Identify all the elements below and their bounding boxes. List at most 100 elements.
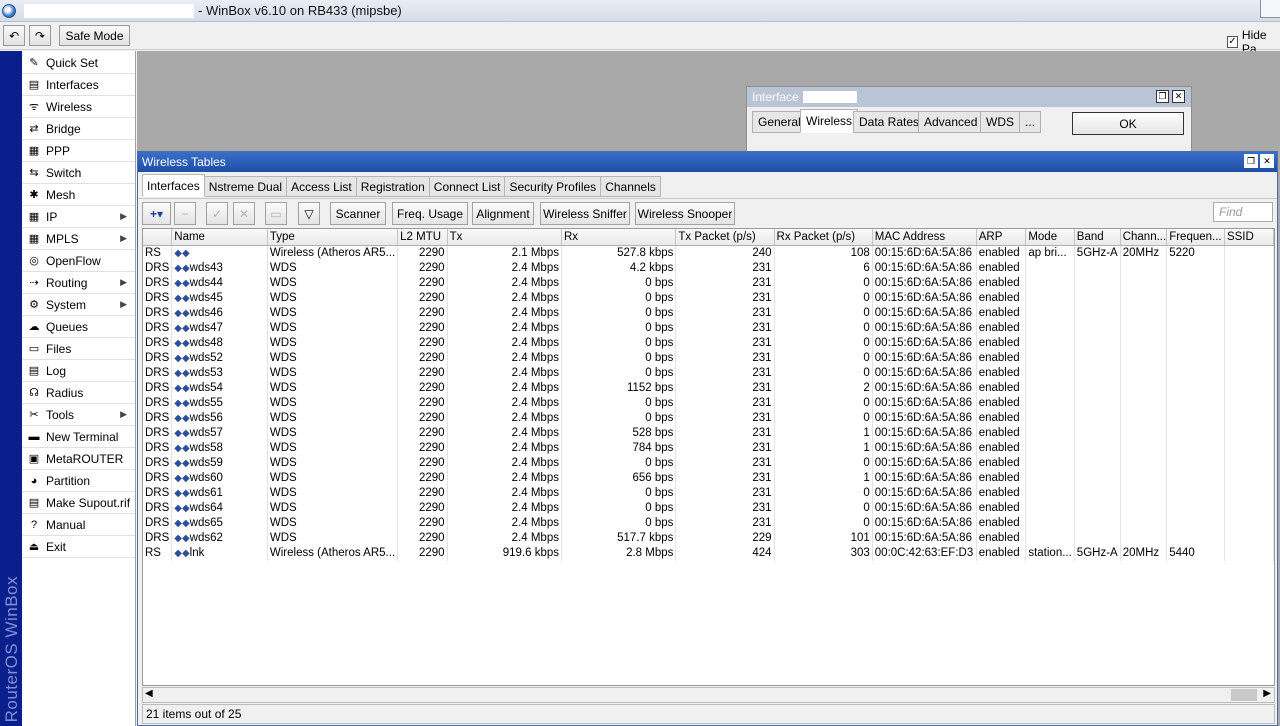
table-row[interactable]: DRS ◆◆wds52 WDS 2290 2.4 Mbps 0 bps 231 0 00:15… bbox=[143, 350, 1274, 366]
table-row[interactable]: DRS ◆◆wds55 WDS 2290 2.4 Mbps 0 bps 231 0 00:15… bbox=[143, 395, 1274, 411]
table-row[interactable]: DRS ◆◆wds62 WDS 2290 2.4 Mbps 517.7 kbps 229 1… bbox=[143, 530, 1274, 546]
close-icon[interactable]: ✕ bbox=[1260, 154, 1274, 168]
tab-interfaces[interactable]: Interfaces bbox=[142, 174, 205, 197]
tab-wds[interactable]: WDS bbox=[980, 111, 1020, 133]
table-row[interactable]: DRS ◆◆wds65 WDS 2290 2.4 Mbps 0 bps 231 0 00:15… bbox=[143, 515, 1274, 531]
wireless-sniffer-button[interactable]: Wireless Sniffer bbox=[540, 202, 630, 225]
enable-icon[interactable]: ✓ bbox=[206, 202, 228, 225]
interface-dialog-title-bar[interactable]: Interface bbox=[747, 87, 1191, 107]
filter-icon[interactable]: ▽ bbox=[298, 202, 320, 225]
table-row[interactable]: DRS ◆◆wds45 WDS 2290 2.4 Mbps 0 bps 231 0 00:15… bbox=[143, 290, 1274, 306]
column-header[interactable]: Rx bbox=[561, 229, 677, 246]
tab-wireless[interactable]: Wireless bbox=[800, 109, 859, 133]
column-header[interactable]: Name bbox=[171, 229, 268, 246]
tab-security-profiles[interactable]: Security Profiles bbox=[505, 176, 602, 197]
column-header[interactable]: Type bbox=[267, 229, 399, 246]
table-row[interactable]: RS ◆◆ Wireless (Atheros AR5... 2290 2.1 Mbps… bbox=[143, 245, 1274, 261]
sidebar-item-files[interactable]: ▭ Files bbox=[22, 338, 135, 360]
table-row[interactable]: RS ◆◆lnk Wireless (Atheros AR5... 2290 919.6… bbox=[143, 545, 1274, 561]
wireless-tables-title-bar[interactable]: Wireless Tables ❐ ✕ bbox=[138, 152, 1277, 172]
table-row[interactable]: DRS ◆◆wds46 WDS 2290 2.4 Mbps 0 bps 231 0 00:15… bbox=[143, 305, 1274, 321]
table-row[interactable]: DRS ◆◆wds61 WDS 2290 2.4 Mbps 0 bps 231 0 00:15… bbox=[143, 485, 1274, 501]
column-header[interactable]: Frequen... bbox=[1166, 229, 1225, 246]
comment-icon[interactable]: ▭ bbox=[265, 202, 287, 225]
sidebar-item-mpls[interactable]: ▦ MPLS ▶ bbox=[22, 228, 135, 250]
sidebar-item-metarouter[interactable]: ▣ MetaROUTER bbox=[22, 448, 135, 470]
column-header[interactable]: Tx bbox=[447, 229, 562, 246]
sidebar-item-interfaces[interactable]: ▤ Interfaces bbox=[22, 74, 135, 96]
window-control[interactable] bbox=[1260, 0, 1280, 18]
sidebar-item-queues[interactable]: ☁ Queues bbox=[22, 316, 135, 338]
sidebar-item-openflow[interactable]: ◎ OpenFlow bbox=[22, 250, 135, 272]
sidebar-item-ip[interactable]: ▦ IP ▶ bbox=[22, 206, 135, 228]
undo-button[interactable]: ↶ bbox=[3, 25, 25, 46]
wireless-snooper-button[interactable]: Wireless Snooper bbox=[635, 202, 735, 225]
ok-button[interactable]: OK bbox=[1072, 112, 1184, 135]
safe-mode-button[interactable]: Safe Mode bbox=[59, 25, 130, 46]
sidebar-item-tools[interactable]: ✂ Tools ▶ bbox=[22, 404, 135, 426]
tab-more[interactable]: ... bbox=[1019, 111, 1042, 133]
alignment-button[interactable]: Alignment bbox=[472, 202, 534, 225]
tab-access-list[interactable]: Access List bbox=[287, 176, 357, 197]
column-header[interactable]: Chann... bbox=[1120, 229, 1168, 246]
sidebar-item-exit[interactable]: ⏏ Exit bbox=[22, 536, 135, 558]
scroll-thumb[interactable] bbox=[1231, 689, 1257, 701]
sidebar-item-switch[interactable]: ⇆ Switch bbox=[22, 162, 135, 184]
sidebar-item-wireless[interactable]: ᯤ Wireless bbox=[22, 96, 135, 118]
sidebar-item-quick-set[interactable]: ✎ Quick Set bbox=[22, 52, 135, 74]
table-row[interactable]: DRS ◆◆wds57 WDS 2290 2.4 Mbps 528 bps 231 1 00:… bbox=[143, 425, 1274, 441]
disable-icon[interactable]: ✕ bbox=[233, 202, 255, 225]
tab-connect-list[interactable]: Connect List bbox=[429, 176, 506, 197]
column-header[interactable]: ARP bbox=[976, 229, 1027, 246]
redo-button[interactable]: ↷ bbox=[29, 25, 51, 46]
table-row[interactable]: DRS ◆◆wds47 WDS 2290 2.4 Mbps 0 bps 231 0 00:15… bbox=[143, 320, 1274, 336]
restore-icon[interactable]: ❐ bbox=[1156, 90, 1169, 103]
scroll-right-icon[interactable]: ▶ bbox=[1263, 688, 1271, 699]
table-row[interactable]: DRS ◆◆wds60 WDS 2290 2.4 Mbps 656 bps 231 1 00:… bbox=[143, 470, 1274, 486]
sidebar-item-make-supout-rif[interactable]: ▤ Make Supout.rif bbox=[22, 492, 135, 514]
sidebar-item-radius[interactable]: ☊ Radius bbox=[22, 382, 135, 404]
sidebar-item-mesh[interactable]: ✱ Mesh bbox=[22, 184, 135, 206]
sidebar-item-manual[interactable]: ? Manual bbox=[22, 514, 135, 536]
column-header[interactable]: SSID bbox=[1224, 229, 1274, 246]
scanner-button[interactable]: Scanner bbox=[330, 202, 386, 225]
table-row[interactable]: DRS ◆◆wds58 WDS 2290 2.4 Mbps 784 bps 231 1 00:… bbox=[143, 440, 1274, 456]
add-icon[interactable]: +▾ bbox=[142, 202, 171, 225]
sidebar-item-routing[interactable]: ⇢ Routing ▶ bbox=[22, 272, 135, 294]
scroll-left-icon[interactable]: ◀ bbox=[145, 688, 153, 699]
table-row[interactable]: DRS ◆◆wds59 WDS 2290 2.4 Mbps 0 bps 231 0 00:15… bbox=[143, 455, 1274, 471]
tab-general[interactable]: General bbox=[752, 111, 807, 133]
sidebar-item-system[interactable]: ⚙ System ▶ bbox=[22, 294, 135, 316]
table-row[interactable]: DRS ◆◆wds64 WDS 2290 2.4 Mbps 0 bps 231 0 00:15… bbox=[143, 500, 1274, 516]
tab-advanced[interactable]: Advanced bbox=[918, 111, 984, 133]
tab-data-rates[interactable]: Data Rates bbox=[853, 111, 926, 133]
table-row[interactable]: DRS ◆◆wds44 WDS 2290 2.4 Mbps 0 bps 231 0 00:15… bbox=[143, 275, 1274, 291]
restore-icon[interactable]: ❐ bbox=[1244, 154, 1258, 168]
tab-registration[interactable]: Registration bbox=[356, 176, 430, 197]
column-header[interactable]: L2 MTU bbox=[397, 229, 448, 246]
table-row[interactable]: DRS ◆◆wds56 WDS 2290 2.4 Mbps 0 bps 231 0 00:15… bbox=[143, 410, 1274, 426]
table-row[interactable]: DRS ◆◆wds54 WDS 2290 2.4 Mbps 1152 bps 231 2 00… bbox=[143, 380, 1274, 396]
sidebar-item-new-terminal[interactable]: ▬ New Terminal bbox=[22, 426, 135, 448]
horizontal-scrollbar[interactable]: ◀ ▶ bbox=[142, 687, 1275, 703]
tab-nstreme-dual[interactable]: Nstreme Dual bbox=[204, 176, 288, 197]
table-row[interactable]: DRS ◆◆wds48 WDS 2290 2.4 Mbps 0 bps 231 0 00:15… bbox=[143, 335, 1274, 351]
freq-usage-button[interactable]: Freq. Usage bbox=[392, 202, 468, 225]
tab-channels[interactable]: Channels bbox=[601, 176, 661, 197]
column-header[interactable]: Tx Packet (p/s) bbox=[675, 229, 775, 246]
sidebar-item-partition[interactable]: ◕ Partition bbox=[22, 470, 135, 492]
column-header[interactable]: Rx Packet (p/s) bbox=[774, 229, 873, 246]
sidebar-item-ppp[interactable]: ▦ PPP bbox=[22, 140, 135, 162]
remove-icon[interactable]: − bbox=[174, 202, 196, 225]
column-header[interactable]: Band bbox=[1074, 229, 1121, 246]
column-header[interactable]: MAC Address bbox=[872, 229, 977, 246]
hide-passwords-checkbox[interactable]: ✓ bbox=[1227, 36, 1238, 48]
sidebar-item-bridge[interactable]: ⇄ Bridge bbox=[22, 118, 135, 140]
table-row[interactable]: DRS ◆◆wds53 WDS 2290 2.4 Mbps 0 bps 231 0 00:15… bbox=[143, 365, 1274, 381]
column-header[interactable] bbox=[143, 229, 173, 246]
table-row[interactable]: DRS ◆◆wds43 WDS 2290 2.4 Mbps 4.2 kbps 231 6 00… bbox=[143, 260, 1274, 276]
column-header[interactable]: Mode bbox=[1025, 229, 1075, 246]
close-icon[interactable]: ✕ bbox=[1172, 90, 1185, 103]
sidebar-item-log[interactable]: ▤ Log bbox=[22, 360, 135, 382]
find-input[interactable]: Find bbox=[1213, 202, 1273, 222]
